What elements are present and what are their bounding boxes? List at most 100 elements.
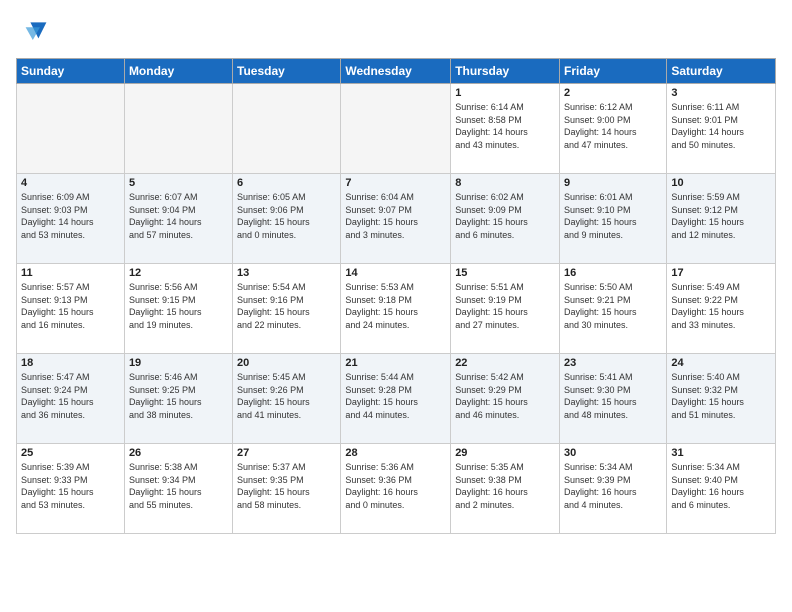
calendar-cell xyxy=(341,84,451,174)
day-info: Sunrise: 6:04 AM Sunset: 9:07 PM Dayligh… xyxy=(345,191,446,241)
calendar-cell: 19Sunrise: 5:46 AM Sunset: 9:25 PM Dayli… xyxy=(124,354,232,444)
weekday-header-saturday: Saturday xyxy=(667,59,776,84)
day-info: Sunrise: 5:42 AM Sunset: 9:29 PM Dayligh… xyxy=(455,371,555,421)
day-number: 30 xyxy=(564,447,662,459)
day-info: Sunrise: 6:12 AM Sunset: 9:00 PM Dayligh… xyxy=(564,101,662,151)
day-info: Sunrise: 5:44 AM Sunset: 9:28 PM Dayligh… xyxy=(345,371,446,421)
week-row-5: 25Sunrise: 5:39 AM Sunset: 9:33 PM Dayli… xyxy=(17,444,776,534)
day-number: 12 xyxy=(129,267,228,279)
day-number: 11 xyxy=(21,267,120,279)
calendar-cell: 5 Sunrise: 6:07 AM Sunset: 9:04 PM Daylig… xyxy=(124,174,232,264)
day-info: Sunrise: 5:51 AM Sunset: 9:19 PM Dayligh… xyxy=(455,281,555,331)
calendar-cell: 18 Sunrise: 5:47 AM Sunset: 9:24 PM Dayli… xyxy=(17,354,125,444)
day-number: 24 xyxy=(671,357,771,369)
weekday-header-monday: Monday xyxy=(124,59,232,84)
day-info: Sunrise: 5:41 AM Sunset: 9:30 PM Dayligh… xyxy=(564,371,662,421)
day-info: Sunrise: 5:50 AM Sunset: 9:21 PM Dayligh… xyxy=(564,281,662,331)
day-info: Sunrise: 6:14 AM Sunset: 8:58 PM Dayligh… xyxy=(455,101,555,151)
day-info: Sunrise: 5:49 AM Sunset: 9:22 PM Dayligh… xyxy=(671,281,771,331)
calendar-cell xyxy=(17,84,125,174)
weekday-header-thursday: Thursday xyxy=(451,59,560,84)
day-info: Sunrise: 5:47 AM Sunset: 9:24 PM Dayligh… xyxy=(21,371,120,421)
day-info: Sunrise: 5:34 AM Sunset: 9:40 PM Dayligh… xyxy=(671,461,771,511)
day-info: Sunrise: 5:53 AM Sunset: 9:18 PM Dayligh… xyxy=(345,281,446,331)
page: SundayMondayTuesdayWednesdayThursdayFrid… xyxy=(0,0,792,612)
calendar-cell: 24 Sunrise: 5:40 AM Sunset: 9:32 PM Dayli… xyxy=(667,354,776,444)
calendar-cell: 30 Sunrise: 5:34 AM Sunset: 9:39 PM Dayli… xyxy=(560,444,667,534)
day-number: 4 xyxy=(21,177,120,189)
calendar-cell: 21 Sunrise: 5:44 AM Sunset: 9:28 PM Dayli… xyxy=(341,354,451,444)
calendar-cell: 14 Sunrise: 5:53 AM Sunset: 9:18 PM Dayli… xyxy=(341,264,451,354)
day-info: Sunrise: 6:07 AM Sunset: 9:04 PM Dayligh… xyxy=(129,191,228,241)
calendar-cell xyxy=(233,84,341,174)
day-number: 22 xyxy=(455,357,555,369)
day-info: Sunrise: 5:56 AM Sunset: 9:15 PM Dayligh… xyxy=(129,281,228,331)
week-row-1: 1 Sunrise: 6:14 AM Sunset: 8:58 PM Daylig… xyxy=(17,84,776,174)
week-row-2: 4 Sunrise: 6:09 AM Sunset: 9:03 PM Daylig… xyxy=(17,174,776,264)
day-info: Sunrise: 6:09 AM Sunset: 9:03 PM Dayligh… xyxy=(21,191,120,241)
weekday-header-tuesday: Tuesday xyxy=(233,59,341,84)
day-info: Sunrise: 5:54 AM Sunset: 9:16 PM Dayligh… xyxy=(237,281,336,331)
calendar-cell: 4 Sunrise: 6:09 AM Sunset: 9:03 PM Daylig… xyxy=(17,174,125,264)
day-info: Sunrise: 5:36 AM Sunset: 9:36 PM Dayligh… xyxy=(345,461,446,511)
calendar-cell: 13Sunrise: 5:54 AM Sunset: 9:16 PM Dayli… xyxy=(233,264,341,354)
day-number: 20 xyxy=(237,357,336,369)
day-info: Sunrise: 6:11 AM Sunset: 9:01 PM Dayligh… xyxy=(671,101,771,151)
day-number: 5 xyxy=(129,177,228,189)
day-number: 6 xyxy=(237,177,336,189)
day-info: Sunrise: 5:57 AM Sunset: 9:13 PM Dayligh… xyxy=(21,281,120,331)
weekday-header-friday: Friday xyxy=(560,59,667,84)
day-number: 7 xyxy=(345,177,446,189)
logo-icon xyxy=(16,16,48,48)
day-number: 31 xyxy=(671,447,771,459)
day-info: Sunrise: 5:38 AM Sunset: 9:34 PM Dayligh… xyxy=(129,461,228,511)
day-number: 27 xyxy=(237,447,336,459)
day-number: 9 xyxy=(564,177,662,189)
day-number: 2 xyxy=(564,87,662,99)
calendar-cell: 3 Sunrise: 6:11 AM Sunset: 9:01 PM Daylig… xyxy=(667,84,776,174)
day-info: Sunrise: 5:40 AM Sunset: 9:32 PM Dayligh… xyxy=(671,371,771,421)
day-info: Sunrise: 5:59 AM Sunset: 9:12 PM Dayligh… xyxy=(671,191,771,241)
calendar-cell: 31 Sunrise: 5:34 AM Sunset: 9:40 PM Dayli… xyxy=(667,444,776,534)
day-number: 15 xyxy=(455,267,555,279)
calendar-cell: 28 Sunrise: 5:36 AM Sunset: 9:36 PM Dayli… xyxy=(341,444,451,534)
day-number: 1 xyxy=(455,87,555,99)
day-info: Sunrise: 5:34 AM Sunset: 9:39 PM Dayligh… xyxy=(564,461,662,511)
calendar-table: SundayMondayTuesdayWednesdayThursdayFrid… xyxy=(16,58,776,534)
day-info: Sunrise: 5:35 AM Sunset: 9:38 PM Dayligh… xyxy=(455,461,555,511)
day-info: Sunrise: 6:01 AM Sunset: 9:10 PM Dayligh… xyxy=(564,191,662,241)
calendar-cell: 25Sunrise: 5:39 AM Sunset: 9:33 PM Dayli… xyxy=(17,444,125,534)
day-number: 23 xyxy=(564,357,662,369)
day-info: Sunrise: 6:05 AM Sunset: 9:06 PM Dayligh… xyxy=(237,191,336,241)
day-number: 19 xyxy=(129,357,228,369)
day-number: 16 xyxy=(564,267,662,279)
calendar-cell xyxy=(124,84,232,174)
calendar-cell: 15 Sunrise: 5:51 AM Sunset: 9:19 PM Dayli… xyxy=(451,264,560,354)
calendar-cell: 9 Sunrise: 6:01 AM Sunset: 9:10 PM Daylig… xyxy=(560,174,667,264)
weekday-header-wednesday: Wednesday xyxy=(341,59,451,84)
calendar-cell: 26Sunrise: 5:38 AM Sunset: 9:34 PM Dayli… xyxy=(124,444,232,534)
day-number: 28 xyxy=(345,447,446,459)
day-number: 21 xyxy=(345,357,446,369)
day-number: 14 xyxy=(345,267,446,279)
calendar-cell: 10 Sunrise: 5:59 AM Sunset: 9:12 PM Dayli… xyxy=(667,174,776,264)
calendar-cell: 22 Sunrise: 5:42 AM Sunset: 9:29 PM Dayli… xyxy=(451,354,560,444)
day-number: 3 xyxy=(671,87,771,99)
day-number: 17 xyxy=(671,267,771,279)
day-number: 29 xyxy=(455,447,555,459)
day-info: Sunrise: 5:39 AM Sunset: 9:33 PM Dayligh… xyxy=(21,461,120,511)
day-info: Sunrise: 6:02 AM Sunset: 9:09 PM Dayligh… xyxy=(455,191,555,241)
week-row-3: 11 Sunrise: 5:57 AM Sunset: 9:13 PM Dayli… xyxy=(17,264,776,354)
day-number: 10 xyxy=(671,177,771,189)
day-info: Sunrise: 5:45 AM Sunset: 9:26 PM Dayligh… xyxy=(237,371,336,421)
calendar-cell: 16 Sunrise: 5:50 AM Sunset: 9:21 PM Dayli… xyxy=(560,264,667,354)
week-row-4: 18 Sunrise: 5:47 AM Sunset: 9:24 PM Dayli… xyxy=(17,354,776,444)
calendar-cell: 1 Sunrise: 6:14 AM Sunset: 8:58 PM Daylig… xyxy=(451,84,560,174)
calendar-cell: 7 Sunrise: 6:04 AM Sunset: 9:07 PM Daylig… xyxy=(341,174,451,264)
day-number: 18 xyxy=(21,357,120,369)
day-number: 8 xyxy=(455,177,555,189)
calendar-cell: 20 Sunrise: 5:45 AM Sunset: 9:26 PM Dayli… xyxy=(233,354,341,444)
calendar-cell: 8 Sunrise: 6:02 AM Sunset: 9:09 PM Daylig… xyxy=(451,174,560,264)
calendar-cell: 27Sunrise: 5:37 AM Sunset: 9:35 PM Dayli… xyxy=(233,444,341,534)
calendar-cell: 2 Sunrise: 6:12 AM Sunset: 9:00 PM Daylig… xyxy=(560,84,667,174)
